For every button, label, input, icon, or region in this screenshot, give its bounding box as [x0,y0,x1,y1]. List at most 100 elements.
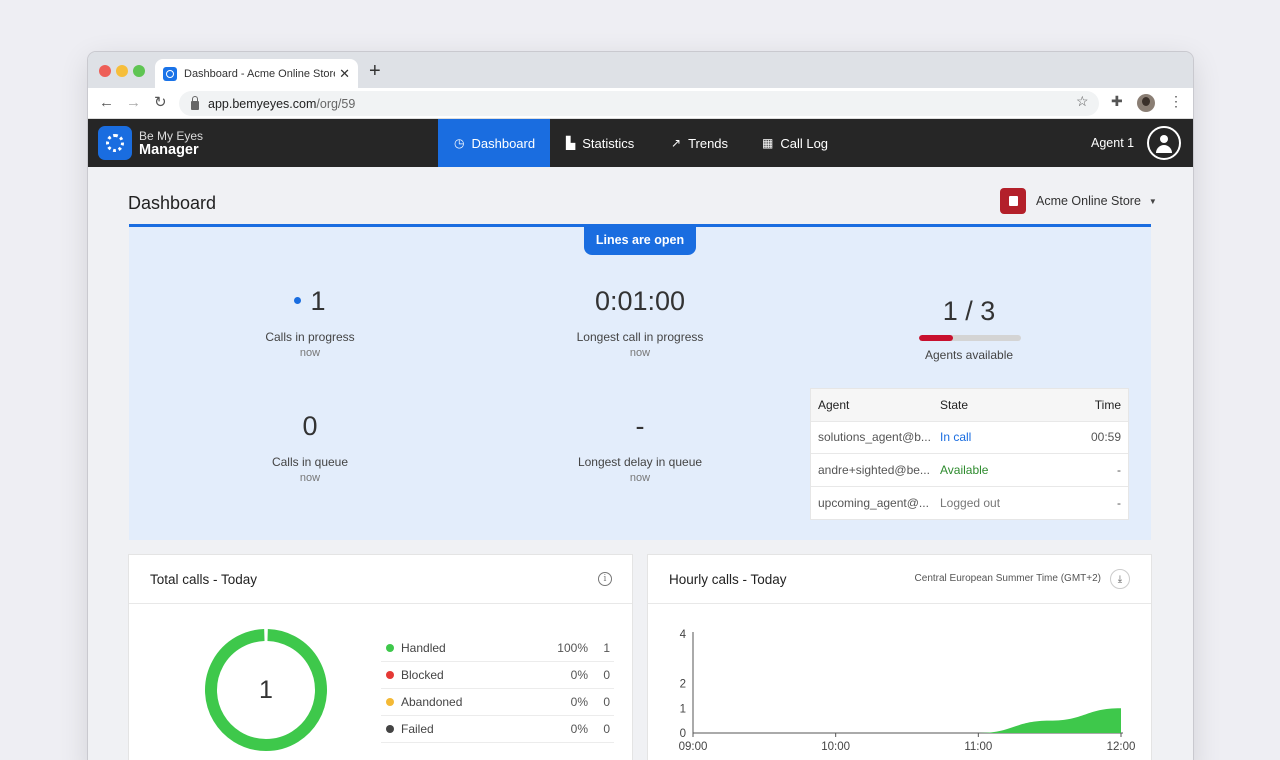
hourly-calls-card: Hourly calls - Today Central European Su… [647,554,1152,760]
forward-arrow-icon[interactable]: → [126,95,141,111]
legend-name: Abandoned [401,695,463,709]
total-calls-title: Total calls - Today [150,571,258,587]
profile-avatar[interactable] [1137,94,1155,112]
live-status-panel: Lines are open 1 Calls in progress now 0… [129,224,1151,540]
user-icon[interactable] [1147,126,1181,160]
stat-calls-in-progress: 1 Calls in progress now [190,284,430,359]
calls-in-progress-value: 1 [190,284,430,318]
agent-email: solutions_agent@b... [818,430,931,445]
y-tick-label: 4 [680,629,687,641]
maximize-window-button[interactable] [133,65,145,77]
longest-delay-label: Longest delay in queue [577,455,703,469]
browser-tab[interactable]: Dashboard - Acme Online Store ✕ [155,59,358,88]
agent-time: - [1117,495,1121,510]
legend-row-blocked: Blocked 0% 0 [381,662,614,689]
x-tick-label: 09:00 [679,741,708,753]
legend-count: 0 [603,695,610,709]
total-calls-donut: 1 [205,629,327,751]
calls-in-queue-value: 0 [302,411,318,441]
agents-available-fill [919,335,953,341]
download-icon[interactable]: ⤓ [1110,569,1130,589]
stat-calls-in-queue: 0 Calls in queue now [190,409,430,484]
longest-delay-value: - [635,411,645,441]
browser-toolbar: ← → ↻ app.bemyeyes.com/org/59 ☆ ✚ ⋮ [88,88,1193,119]
total-calls-card: Total calls - Today i 1 Handled 100% 1 B… [128,554,633,760]
close-window-button[interactable] [99,65,111,77]
agent-email: andre+sighted@be... [818,462,930,477]
gauge-icon: ◷ [454,136,465,150]
address-bar[interactable]: app.bemyeyes.com/org/59 [179,91,1099,116]
org-name: Acme Online Store [1036,194,1141,208]
agent-state: Available [940,462,989,477]
legend-name: Handled [401,641,446,655]
column-header-agent: Agent [818,397,850,412]
browser-tabbar: Dashboard - Acme Online Store ✕ + [88,52,1193,88]
hourly-calls-title: Hourly calls - Today [669,571,787,587]
caret-down-icon: ▼ [1148,196,1157,206]
longest-call-sub: now [629,347,651,359]
live-dot-icon [294,297,302,305]
be-my-eyes-logo[interactable] [98,126,132,160]
info-icon[interactable]: i [598,572,612,586]
trend-icon: ↗ [671,136,682,150]
legend-name: Blocked [401,668,444,682]
legend-count: 0 [603,668,610,682]
app-navbar: Be My Eyes Manager ◷ Dashboard ▙ Statist… [88,119,1193,167]
nav-trends-label: Trends [688,135,729,151]
nav-statistics-label: Statistics [582,135,635,151]
hourly-area-series [693,708,1121,733]
minimize-window-button[interactable] [116,65,128,77]
longest-call-value: 0:01:00 [594,286,686,316]
x-tick-label: 11:00 [964,741,992,753]
agents-available-label: Agents available [924,348,1014,362]
agent-state: Logged out [940,495,1001,510]
tab-close-icon[interactable]: ✕ [339,66,350,82]
table-row: upcoming_agent@... Logged out - [811,487,1128,520]
agent-name[interactable]: Agent 1 [1091,136,1134,150]
y-tick-label: 2 [680,679,686,691]
agent-state: In call [940,430,972,445]
legend-pct: 0% [570,722,588,736]
agents-available-value: 1 / 3 [942,296,996,326]
kebab-icon[interactable]: ⋮ [1169,93,1183,110]
puzzle-icon[interactable]: ✚ [1111,93,1123,110]
x-tick-label: 12:00 [1107,741,1136,753]
url-path: /org/59 [316,96,356,111]
nav-call-log[interactable]: ▦ Call Log [746,119,844,167]
y-tick-label: 1 [680,703,686,715]
favicon-icon [163,66,177,81]
longest-call-label: Longest call in progress [576,330,704,344]
hourly-calls-header: Hourly calls - Today Central European Su… [648,555,1151,604]
org-selector[interactable]: Acme Online Store ▼ [1000,188,1157,214]
nav-dashboard[interactable]: ◷ Dashboard [438,119,550,167]
donut-center-value: 1 [259,676,273,704]
calls-in-progress-sub: now [299,347,321,359]
page-title: Dashboard [128,193,217,213]
stat-longest-call: 0:01:00 Longest call in progress now [520,284,760,359]
back-arrow-icon[interactable]: ← [99,95,114,111]
calls-in-queue-sub: now [299,472,321,484]
bar-chart-icon: ▙ [566,136,576,150]
calls-in-progress-number: 1 [310,286,326,316]
legend-pct: 0% [570,695,588,709]
star-icon[interactable]: ☆ [1076,93,1089,110]
page-content: Dashboard Acme Online Store ▼ Lines are … [88,167,1193,760]
url-host: app.bemyeyes.com [208,96,317,111]
nav-trends[interactable]: ↗ Trends [655,119,744,167]
nav-statistics[interactable]: ▙ Statistics [550,119,650,167]
tab-title: Dashboard - Acme Online Store [184,67,336,80]
calls-in-progress-label: Calls in progress [265,330,355,344]
agent-status-table: Agent State Time solutions_agent@b... In… [810,388,1129,520]
y-tick-label: 0 [680,728,686,740]
lines-status-badge: Lines are open [584,224,696,255]
agent-email: upcoming_agent@... [818,495,929,510]
reload-icon[interactable]: ↻ [154,95,167,111]
column-header-state: State [940,397,969,412]
timezone-label: Central European Summer Time (GMT+2) [914,573,1101,584]
x-tick-label: 10:00 [821,741,850,753]
new-tab-icon[interactable]: + [369,61,381,81]
hourly-calls-chart: 0 1 2 4 09:00 10:00 11:00 12:00 [679,629,1136,753]
stat-longest-delay: - Longest delay in queue now [520,409,760,484]
table-row: andre+sighted@be... Available - [811,454,1128,487]
lock-icon [191,95,199,110]
